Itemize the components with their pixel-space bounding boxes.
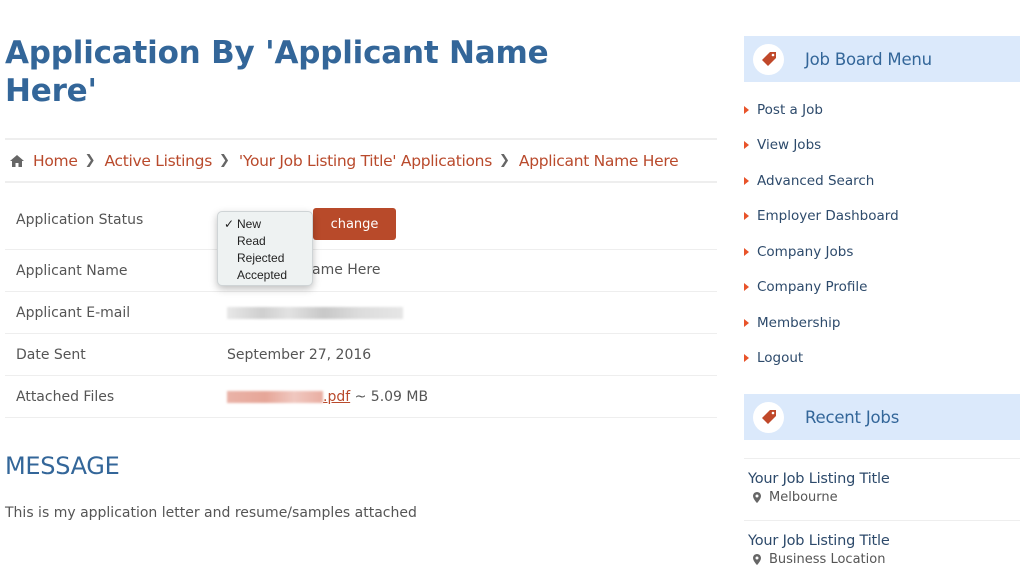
recent-job-title[interactable]: Your Job Listing Title [748,533,1020,549]
files-row: Attached Files .pdf ~ 5.09 MB [5,376,717,418]
breadcrumb-active-listings[interactable]: Active Listings [104,152,212,170]
chevron-right-icon: ❯ [84,153,96,168]
checkmark-icon: ✓ [224,217,235,231]
file-name-redacted [227,390,323,403]
caret-right-icon [744,212,749,221]
files-label: Attached Files [16,388,115,405]
menu-item-employer-dashboard[interactable]: Employer Dashboard [744,199,899,235]
menu-item-advanced-search[interactable]: Advanced Search [744,163,899,199]
message-text: This is my application letter and resume… [5,505,417,521]
page-title: Application By 'Applicant Name Here' [5,35,549,109]
status-option-rejected[interactable]: Rejected [218,250,312,267]
menu-item-membership[interactable]: Membership [744,305,899,341]
caret-right-icon [744,105,749,114]
change-status-button[interactable]: change [313,208,396,240]
breadcrumb: Home ❯ Active Listings ❯ 'Your Job Listi… [5,138,717,183]
breadcrumb-applicant[interactable]: Applicant Name Here [519,152,679,170]
caret-right-icon [744,318,749,327]
menu-item-logout[interactable]: Logout [744,341,899,377]
status-option-read[interactable]: Read [218,233,312,250]
email-value-redacted [227,306,403,319]
job-board-menu: Post a Job View Jobs Advanced Search Emp… [744,92,899,376]
file-size: ~ 5.09 MB [350,388,429,405]
date-label: Date Sent [16,346,86,363]
status-dropdown[interactable]: ✓ New Read Rejected Accepted [217,211,313,286]
caret-right-icon [744,283,749,292]
status-label: Application Status [16,212,144,228]
breadcrumb-home[interactable]: Home [33,152,78,170]
status-option-new[interactable]: ✓ New [218,216,312,233]
recent-jobs-title: Recent Jobs [805,407,900,427]
email-label: Applicant E-mail [16,304,131,321]
map-pin-icon [753,554,761,565]
menu-item-company-jobs[interactable]: Company Jobs [744,234,899,270]
chevron-right-icon: ❯ [498,153,510,168]
map-pin-icon [753,492,761,503]
tag-icon [753,401,784,433]
status-option-accepted[interactable]: Accepted [218,267,312,284]
name-label: Applicant Name [16,262,128,279]
applicant-name-value: ame Here [312,262,381,278]
caret-right-icon [744,176,749,185]
recent-job-title[interactable]: Your Job Listing Title [748,471,1020,487]
email-row: Applicant E-mail [5,292,717,334]
job-board-menu-header: Job Board Menu [744,36,1020,82]
chevron-right-icon: ❯ [219,153,230,168]
date-row: Date Sent September 27, 2016 [5,334,717,376]
menu-item-view-jobs[interactable]: View Jobs [744,128,899,164]
attached-file-link[interactable]: .pdf [227,389,350,405]
breadcrumb-applications[interactable]: 'Your Job Listing Title' Applications [239,152,492,170]
recent-jobs-list: Your Job Listing Title Melbourne Your Jo… [744,458,1020,576]
message-heading: MESSAGE [5,452,120,480]
recent-job-location: Business Location [769,552,886,567]
recent-job-location: Melbourne [769,490,838,505]
recent-jobs-header: Recent Jobs [744,394,1020,440]
home-icon [10,154,24,167]
recent-job-item: Your Job Listing Title Melbourne [744,459,1020,521]
application-details: Application Status Applicant Name Applic… [5,198,717,418]
caret-right-icon [744,247,749,256]
caret-right-icon [744,141,749,150]
menu-item-company-profile[interactable]: Company Profile [744,270,899,306]
recent-job-item: Your Job Listing Title Business Location [744,521,1020,576]
tag-icon [753,43,784,75]
menu-item-post-a-job[interactable]: Post a Job [744,92,899,128]
date-value: September 27, 2016 [227,346,372,363]
caret-right-icon [744,354,749,363]
job-board-menu-title: Job Board Menu [805,49,932,69]
